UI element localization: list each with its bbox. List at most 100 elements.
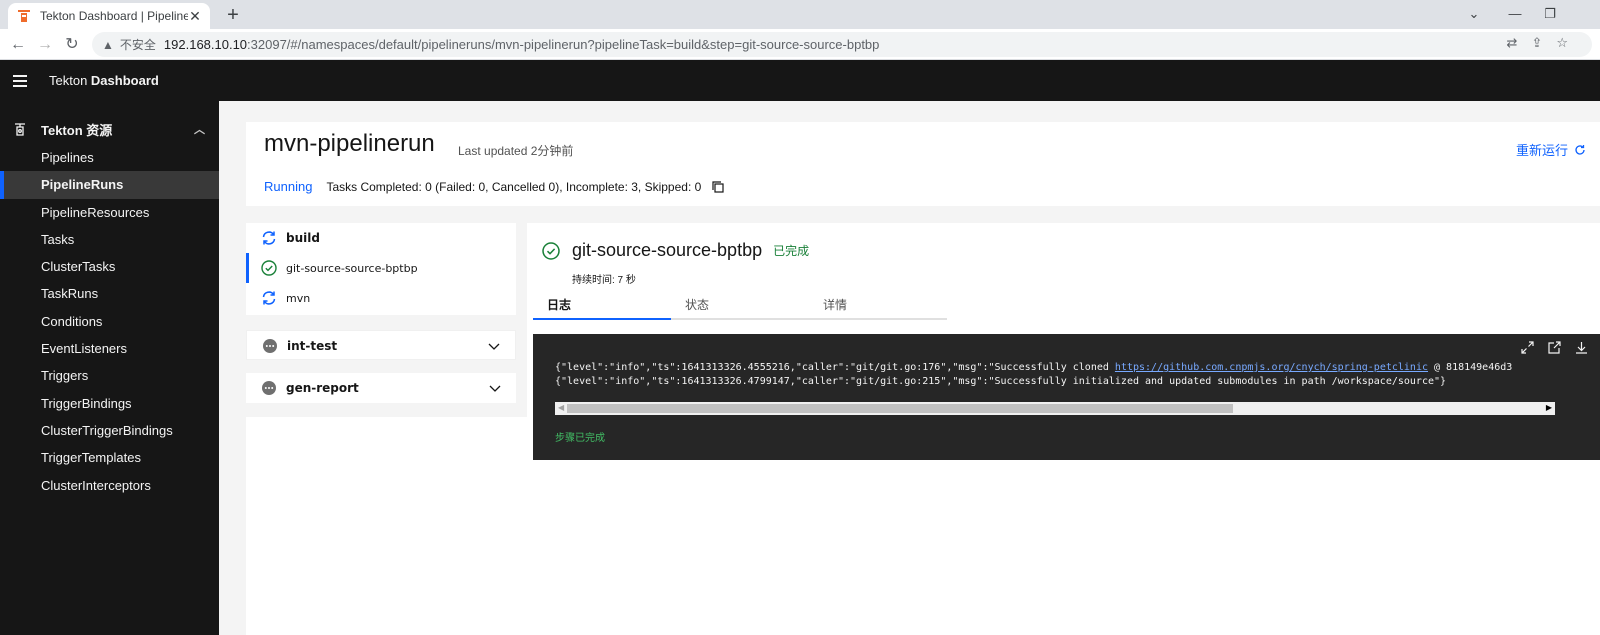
panel-gutter — [516, 330, 527, 403]
log-text: @ 818149e46d3 — [1428, 362, 1513, 373]
maximize-icon[interactable] — [1521, 341, 1534, 354]
sidebar-section-label: Tekton 资源 — [41, 122, 113, 138]
last-updated: Last updated 2分钟前 — [458, 144, 574, 158]
task-label: build — [286, 231, 320, 245]
task-label: gen-report — [286, 381, 359, 395]
new-tab-button[interactable]: + — [222, 4, 244, 26]
task-divider — [246, 315, 527, 330]
chevron-down-icon[interactable] — [488, 381, 502, 395]
rerun-button[interactable]: 重新运行 — [1516, 140, 1586, 159]
log-link[interactable]: https://github.com.cnpmjs.org/cnych/spri… — [1115, 362, 1428, 373]
bookmark-star-icon[interactable]: ☆ — [1556, 35, 1568, 51]
url-path: :32097/#/namespaces/default/pipelineruns… — [247, 37, 880, 52]
step-status: 已完成 — [773, 244, 810, 258]
warning-icon[interactable]: ▲ — [102, 38, 114, 52]
sidebar-item-tasks[interactable]: Tasks — [0, 226, 219, 253]
task-gen-report[interactable]: gen-report — [246, 373, 516, 403]
sidebar: Tekton 资源 ︿ Pipelines PipelineRuns Pipel… — [0, 101, 219, 635]
log-content: {"level":"info","ts":1641313326.4555216,… — [555, 361, 1600, 389]
sidebar-item-triggers[interactable]: Triggers — [0, 362, 219, 389]
main-content: mvn-pipelinerun Last updated 2分钟前 重新运行 R… — [219, 101, 1600, 635]
close-tab-icon[interactable]: ✕ — [188, 9, 202, 23]
step-label: git-source-source-bptbp — [286, 261, 418, 275]
status-badge: Running — [264, 179, 313, 194]
minimize-icon[interactable]: — — [1505, 4, 1525, 24]
copy-icon[interactable] — [711, 180, 725, 194]
chevron-up-icon[interactable]: ︿ — [194, 121, 205, 137]
step-mvn[interactable]: mvn — [246, 283, 516, 313]
menu-icon[interactable] — [0, 60, 40, 101]
tekton-favicon-icon — [18, 10, 30, 22]
step-name: git-source-source-bptbp — [572, 240, 763, 260]
download-icon[interactable] — [1575, 341, 1588, 354]
step-tabs: 日志 状态 详情 — [533, 293, 947, 320]
sidebar-item-pipelineresources[interactable]: PipelineResources — [0, 199, 219, 226]
open-external-icon[interactable] — [1548, 341, 1561, 354]
sidebar-item-triggerbindings[interactable]: TriggerBindings — [0, 390, 219, 417]
step-header: git-source-source-bptbp 已完成 — [541, 240, 809, 261]
brand-prefix: Tekton — [49, 73, 91, 88]
sidebar-item-pipelines[interactable]: Pipelines — [0, 144, 219, 171]
brand-bold: Dashboard — [90, 73, 159, 88]
running-icon — [262, 231, 276, 245]
sidebar-item-clustertasks[interactable]: ClusterTasks — [0, 253, 219, 280]
restart-icon — [1575, 144, 1585, 155]
scroll-right-icon[interactable]: ▶ — [1546, 403, 1552, 412]
sidebar-item-pipelineruns[interactable]: PipelineRuns — [0, 171, 219, 199]
task-int-test[interactable]: int-test — [247, 331, 515, 361]
share-icon[interactable]: ⇪ — [1531, 35, 1542, 51]
scrollbar-thumb[interactable] — [567, 404, 1233, 413]
tekton-resources-icon — [15, 123, 25, 136]
forward-arrow-icon[interactable]: → — [35, 35, 55, 55]
status-line: Running Tasks Completed: 0 (Failed: 0, C… — [264, 179, 725, 194]
log-toolbar — [1521, 341, 1588, 354]
browser-tab-bar: Tekton Dashboard | PipelineRu ✕ + ⌄ — ❐ — [0, 0, 1600, 29]
browser-tab-title: Tekton Dashboard | PipelineRu — [40, 9, 188, 23]
chevron-down-icon[interactable] — [487, 339, 501, 353]
browser-toolbar: ← → ↻ ▲ 不安全 192.168.10.10:32097/#/namesp… — [0, 29, 1600, 60]
pending-icon — [263, 339, 277, 353]
task-label: int-test — [287, 339, 338, 353]
tab-search-icon[interactable]: ⌄ — [1464, 4, 1484, 24]
sidebar-item-clusterinterceptors[interactable]: ClusterInterceptors — [0, 472, 219, 499]
tab-status[interactable]: 状态 — [671, 293, 809, 320]
step-label: mvn — [286, 291, 311, 305]
task-group-build: build git-source-source-bptbp mvn — [246, 223, 516, 313]
log-text: {"level":"info","ts":1641313326.4555216,… — [555, 362, 1115, 373]
tab-logs[interactable]: 日志 — [533, 293, 671, 320]
success-check-icon — [542, 241, 560, 260]
sidebar-item-taskruns[interactable]: TaskRuns — [0, 280, 219, 307]
back-arrow-icon[interactable]: ← — [8, 35, 28, 55]
step-duration: 持续时间: 7 秒 — [572, 275, 636, 286]
step-completed-label: 步骤已完成 — [555, 433, 605, 444]
app-brand[interactable]: Tekton Dashboard — [49, 73, 159, 88]
task-build[interactable]: build — [246, 223, 516, 253]
reload-icon[interactable]: ↻ — [62, 35, 82, 55]
step-details: git-source-source-bptbp 已完成 持续时间: 7 秒 日志… — [527, 223, 1600, 635]
sidebar-item-triggertemplates[interactable]: TriggerTemplates — [0, 444, 219, 471]
sidebar-item-conditions[interactable]: Conditions — [0, 308, 219, 335]
horizontal-scrollbar[interactable]: ◀ ▶ — [555, 402, 1555, 415]
app-header: Tekton Dashboard — [0, 60, 1600, 101]
scroll-left-icon[interactable]: ◀ — [558, 403, 564, 412]
success-check-icon — [261, 260, 277, 276]
translate-icon[interactable]: ⇄ — [1507, 35, 1518, 51]
step-git-source-source-bptbp[interactable]: git-source-source-bptbp — [246, 253, 516, 283]
security-label[interactable]: 不安全 — [120, 36, 156, 53]
sidebar-item-eventlisteners[interactable]: EventListeners — [0, 335, 219, 362]
task-group-int-test: int-test — [246, 330, 516, 360]
tab-details[interactable]: 详情 — [809, 293, 947, 320]
tasks-summary: Tasks Completed: 0 (Failed: 0, Cancelled… — [326, 179, 702, 194]
address-bar[interactable]: ▲ 不安全 192.168.10.10:32097/#/namespaces/d… — [92, 32, 1592, 57]
sidebar-item-clustertriggerbindings[interactable]: ClusterTriggerBindings — [0, 417, 219, 444]
pipelinerun-header: mvn-pipelinerun Last updated 2分钟前 重新运行 R… — [246, 122, 1600, 206]
log-line: {"level":"info","ts":1641313326.4799147,… — [555, 376, 1447, 387]
browser-tab[interactable]: Tekton Dashboard | PipelineRu ✕ — [8, 3, 210, 29]
panel-gutter — [516, 223, 527, 315]
sidebar-section-tekton-resources[interactable]: Tekton 资源 ︿ — [0, 117, 219, 141]
restore-icon[interactable]: ❐ — [1540, 4, 1560, 24]
pending-icon — [262, 381, 276, 395]
task-divider — [246, 360, 527, 373]
log-viewer: {"level":"info","ts":1641313326.4555216,… — [533, 334, 1600, 460]
task-tree: build git-source-source-bptbp mvn int-te… — [246, 223, 527, 635]
